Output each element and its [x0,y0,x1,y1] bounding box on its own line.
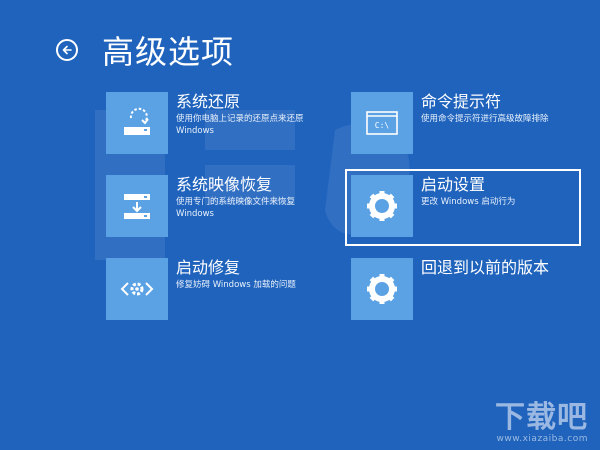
option-tile [351,175,413,237]
option-system-image-recovery[interactable]: 系统映像恢复 使用专门的系统映像文件来恢复 Windows [106,175,326,237]
option-description: 使用专门的系统映像文件来恢复 Windows [176,197,296,219]
gear-icon [367,191,397,221]
option-tile [106,92,168,154]
option-tile [351,258,413,320]
option-startup-repair[interactable]: 启动修复 修复妨碍 Windows 加载的问题 [106,258,296,320]
option-title: 系统还原 [176,92,241,111]
command-prompt-text: C:\ [375,121,390,130]
option-title: 启动修复 [176,258,241,277]
option-tile: C:\ [351,92,413,154]
option-description: 使用你电脑上记录的还原点来还原 Windows [176,114,304,136]
watermark-logo: 下载吧 [495,400,588,435]
page-title: 高级选项 [102,33,235,71]
option-title: 系统映像恢复 [176,175,273,194]
option-tile [106,175,168,237]
startup-repair-icon [120,282,154,296]
option-description: 使用命令提示符进行高级故障排除 [421,114,549,124]
option-system-restore[interactable]: 系统还原 使用你电脑上记录的还原点来还原 Windows [106,92,326,154]
option-description: 修复妨碍 Windows 加载的问题 [176,280,296,290]
gear-icon [367,274,397,304]
option-title: 回退到以前的版本 [421,258,550,277]
option-go-back-previous-version[interactable]: 回退到以前的版本 [351,258,549,320]
option-command-prompt[interactable]: C:\ 命令提示符 使用命令提示符进行高级故障排除 [351,92,549,154]
option-startup-settings[interactable]: 启动设置 更改 Windows 启动行为 [345,169,581,246]
option-title: 启动设置 [421,175,486,194]
back-arrow-icon [62,45,72,55]
system-restore-icon [124,107,150,135]
back-button[interactable] [56,39,78,61]
option-description: 更改 Windows 启动行为 [421,197,516,207]
option-title: 命令提示符 [421,92,502,111]
command-prompt-icon: C:\ [366,111,398,135]
system-image-icon [124,194,150,219]
header: 高级选项 [56,28,234,72]
site-watermark: 下载吧 www.xiazaiba.com [495,400,588,445]
watermark-url: www.xiazaiba.com [496,434,588,444]
option-tile [106,258,168,320]
